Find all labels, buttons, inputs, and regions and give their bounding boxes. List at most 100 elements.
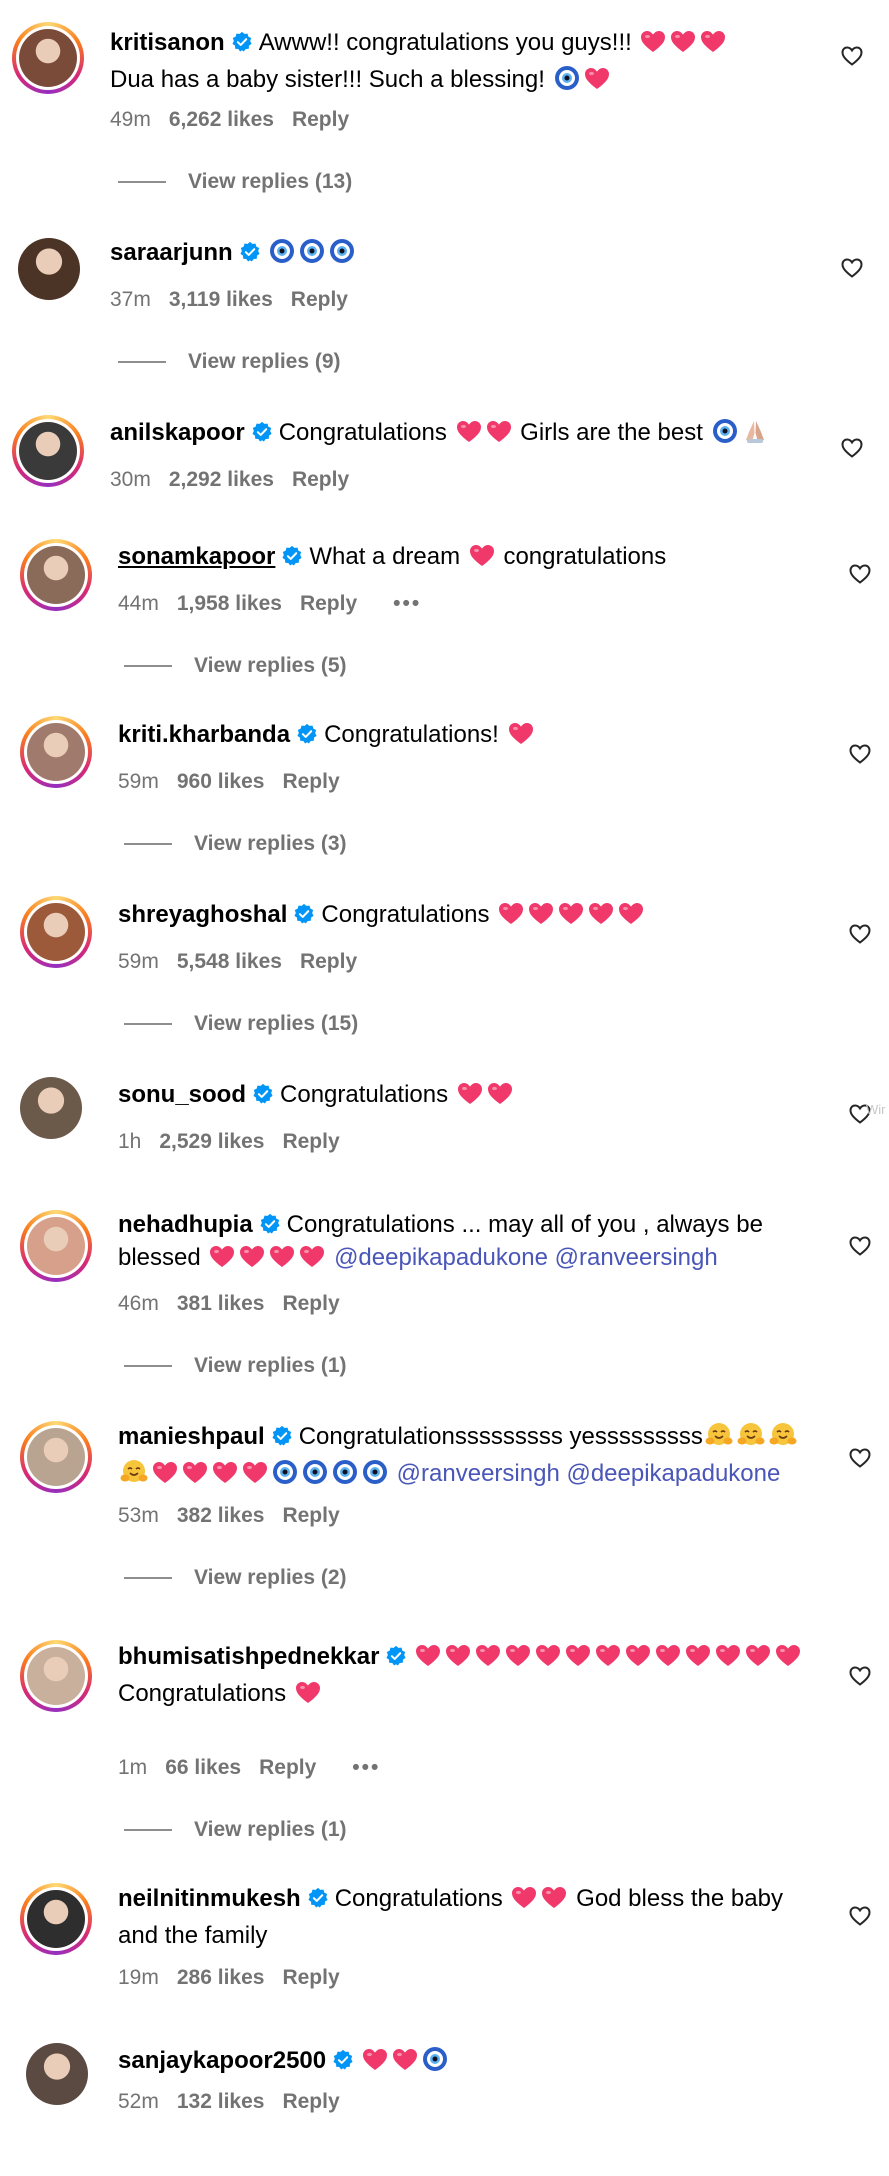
likes-count[interactable]: 3,119 likes — [169, 288, 273, 311]
heart-emoji-icon — [541, 1886, 567, 1919]
username-link[interactable]: kriti.kharbanda — [118, 721, 290, 748]
comment-body-text: Congratulations — [278, 419, 454, 446]
timestamp[interactable]: 1h — [118, 1130, 141, 1153]
timestamp[interactable]: 46m — [118, 1292, 159, 1315]
like-heart-icon[interactable] — [840, 256, 864, 280]
username-link[interactable]: sanjaykapoor2500 — [118, 2047, 326, 2074]
comment-meta: 59m 960 likes Reply — [118, 770, 358, 794]
reply-button[interactable]: Reply — [259, 1756, 316, 1779]
mention-link[interactable]: @ranveersingh — [397, 1460, 560, 1487]
reply-button[interactable]: Reply — [282, 1504, 339, 1527]
like-heart-icon[interactable] — [840, 44, 864, 68]
likes-count[interactable]: 2,529 likes — [159, 1130, 264, 1153]
reply-button[interactable]: Reply — [300, 950, 357, 973]
likes-count[interactable]: 66 likes — [165, 1756, 241, 1779]
replies-divider-line — [118, 361, 166, 364]
reply-button[interactable]: Reply — [282, 1292, 339, 1315]
mention-link[interactable]: @deepikapadukone — [334, 1244, 548, 1271]
likes-count[interactable]: 382 likes — [177, 1504, 265, 1527]
username-link[interactable]: sonamkapoor — [118, 543, 275, 570]
reply-button[interactable]: Reply — [282, 1966, 339, 1989]
likes-count[interactable]: 381 likes — [177, 1292, 265, 1315]
likes-count[interactable]: 2,292 likes — [169, 468, 274, 491]
heart-emoji-icon — [505, 1644, 531, 1677]
avatar[interactable] — [20, 716, 92, 788]
avatar[interactable] — [26, 2043, 88, 2105]
reply-button[interactable]: Reply — [282, 1130, 339, 1153]
likes-count[interactable]: 286 likes — [177, 1966, 265, 1989]
timestamp[interactable]: 19m — [118, 1966, 159, 1989]
view-replies-button[interactable]: View replies (9) — [118, 350, 341, 374]
avatar[interactable] — [20, 1077, 82, 1139]
likes-count[interactable]: 5,548 likes — [177, 950, 282, 973]
reply-button[interactable]: Reply — [292, 468, 349, 491]
heart-emoji-icon — [239, 1245, 265, 1278]
avatar[interactable] — [12, 22, 84, 94]
reply-button[interactable]: Reply — [292, 108, 349, 131]
hug-emoji-icon — [120, 1459, 148, 1494]
avatar[interactable] — [20, 1883, 92, 1955]
timestamp[interactable]: 30m — [110, 468, 151, 491]
like-heart-icon[interactable] — [848, 1664, 872, 1688]
reply-button[interactable]: Reply — [291, 288, 348, 311]
replies-divider-line — [124, 1829, 172, 1832]
verified-badge-icon — [294, 903, 314, 924]
more-options-icon[interactable]: ••• — [393, 592, 421, 615]
like-heart-icon[interactable] — [848, 562, 872, 586]
avatar[interactable] — [20, 1210, 92, 1282]
reply-button[interactable]: Reply — [282, 770, 339, 793]
heart-emoji-icon — [269, 1245, 295, 1278]
timestamp[interactable]: 59m — [118, 950, 159, 973]
avatar[interactable] — [18, 238, 80, 300]
avatar[interactable] — [12, 415, 84, 487]
like-heart-icon[interactable] — [848, 1446, 872, 1470]
username-link[interactable]: anilskapoor — [110, 419, 245, 446]
avatar[interactable] — [20, 1640, 92, 1712]
heart-emoji-icon — [209, 1245, 235, 1278]
like-heart-icon[interactable] — [848, 742, 872, 766]
heart-emoji-icon — [415, 1644, 441, 1677]
heart-emoji-icon — [392, 2048, 418, 2081]
username-link[interactable]: bhumisatishpednekkar — [118, 1643, 379, 1670]
like-heart-icon[interactable] — [848, 1904, 872, 1928]
username-link[interactable]: saraarjunn — [110, 239, 233, 266]
nazar-emoji-icon — [422, 2046, 448, 2081]
timestamp[interactable]: 52m — [118, 2090, 159, 2113]
view-replies-button[interactable]: View replies (5) — [124, 654, 347, 678]
view-replies-button[interactable]: View replies (3) — [124, 832, 347, 856]
username-link[interactable]: neilnitinmukesh — [118, 1885, 301, 1912]
more-options-icon[interactable]: ••• — [352, 1756, 380, 1779]
timestamp[interactable]: 53m — [118, 1504, 159, 1527]
view-replies-button[interactable]: View replies (15) — [124, 1012, 358, 1036]
mention-link[interactable]: @ranveersingh — [555, 1244, 718, 1271]
username-link[interactable]: shreyaghoshal — [118, 901, 287, 928]
likes-count[interactable]: 960 likes — [177, 770, 265, 793]
avatar[interactable] — [20, 896, 92, 968]
view-replies-button[interactable]: View replies (2) — [124, 1566, 347, 1590]
avatar[interactable] — [20, 1421, 92, 1493]
username-link[interactable]: manieshpaul — [118, 1423, 265, 1450]
timestamp[interactable]: 37m — [110, 288, 151, 311]
timestamp[interactable]: 59m — [118, 770, 159, 793]
reply-button[interactable]: Reply — [282, 2090, 339, 2113]
timestamp[interactable]: 49m — [110, 108, 151, 131]
username-link[interactable]: nehadhupia — [118, 1211, 253, 1238]
view-replies-button[interactable]: View replies (1) — [124, 1354, 347, 1378]
like-heart-icon[interactable] — [840, 436, 864, 460]
reply-button[interactable]: Reply — [300, 592, 357, 615]
likes-count[interactable]: 1,958 likes — [177, 592, 282, 615]
username-link[interactable]: sonu_sood — [118, 1081, 246, 1108]
like-heart-icon[interactable] — [848, 1234, 872, 1258]
timestamp[interactable]: 1m — [118, 1756, 147, 1779]
comment-meta: 1m 66 likes Reply ••• — [118, 1756, 398, 1780]
like-heart-icon[interactable] — [848, 922, 872, 946]
mention-link[interactable]: @deepikapadukone — [566, 1460, 780, 1487]
timestamp[interactable]: 44m — [118, 592, 159, 615]
likes-count[interactable]: 6,262 likes — [169, 108, 274, 131]
likes-count[interactable]: 132 likes — [177, 2090, 265, 2113]
username-link[interactable]: kritisanon — [110, 29, 225, 56]
avatar[interactable] — [20, 539, 92, 611]
view-replies-button[interactable]: View replies (13) — [118, 170, 352, 194]
replies-divider-line — [124, 1577, 172, 1580]
view-replies-button[interactable]: View replies (1) — [124, 1818, 347, 1842]
